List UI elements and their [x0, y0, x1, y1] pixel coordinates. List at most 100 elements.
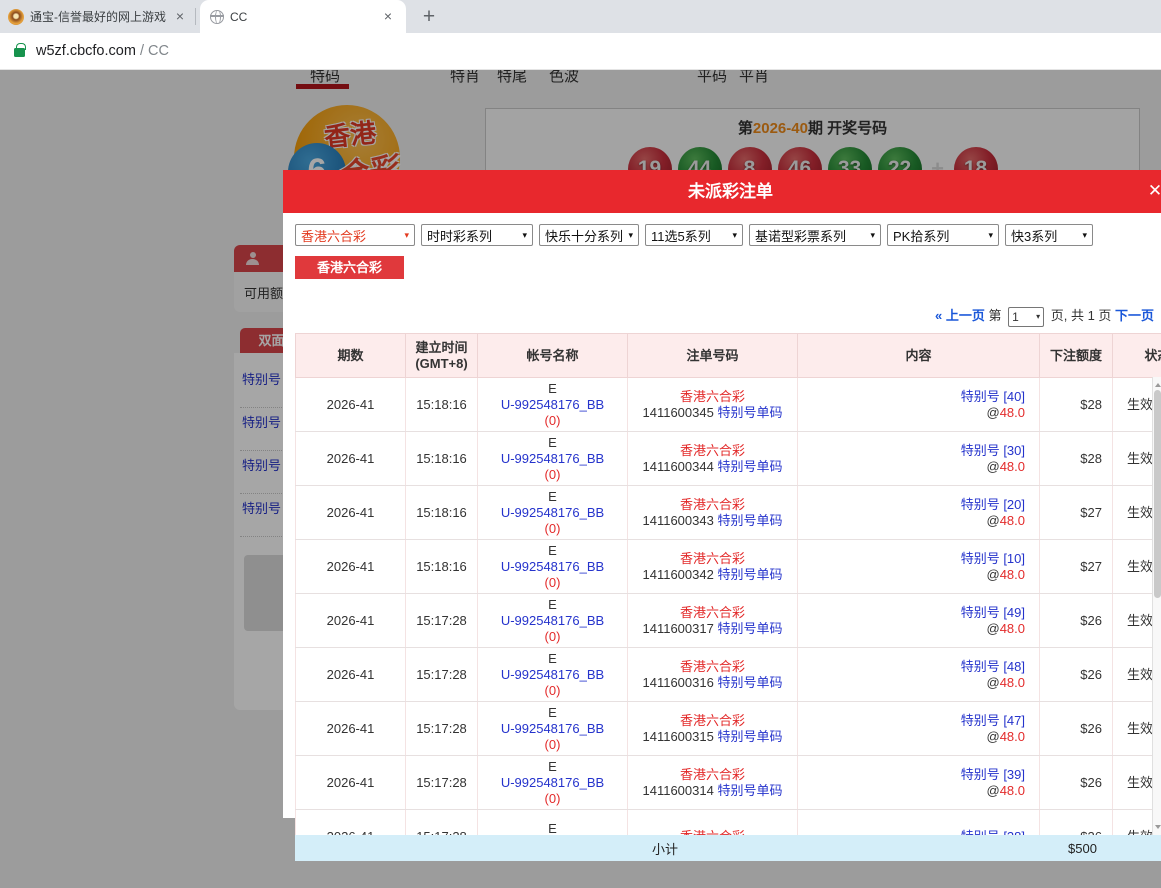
cell-content: 特别号 [38] — [798, 810, 1040, 836]
new-tab-button[interactable]: + — [416, 4, 442, 30]
cell-amount: $26 — [1040, 756, 1113, 810]
scroll-up-icon[interactable] — [1155, 380, 1161, 387]
cell-account: E U-992548176_BB (0) — [478, 648, 628, 702]
bet-type-link[interactable]: 特别号单码 — [717, 405, 782, 420]
account-line1: E — [478, 821, 627, 836]
chevron-down-icon: ▾ — [1082, 230, 1087, 241]
cell-issue: 2026-41 — [296, 756, 406, 810]
browser-tab-inactive[interactable]: 通宝-信誉最好的网上游戏平 × — [0, 0, 196, 33]
lottery-series-select[interactable]: 香港六合彩 ▾ — [295, 224, 415, 246]
lottery-series-select[interactable]: 11选5系列 ▾ — [645, 224, 743, 246]
account-link[interactable]: U-992548176_BB — [478, 559, 627, 575]
lottery-filter-row: 香港六合彩 ▾ 时时彩系列 ▾ 快乐十分系列 ▾ 11选5系列 ▾ — [295, 224, 1161, 246]
account-line1: E — [478, 597, 627, 613]
cell-account: E U-992548176_BB (0) — [478, 702, 628, 756]
bet-lottery-name: 香港六合彩 — [628, 497, 797, 513]
account-count: (0) — [478, 737, 627, 753]
cell-time: 15:18:16 — [406, 432, 478, 486]
chevron-down-icon: ▾ — [1036, 312, 1040, 321]
active-lottery-button[interactable]: 香港六合彩 — [295, 256, 404, 279]
browser-tab-active[interactable]: CC × — [200, 0, 406, 33]
lottery-series-select[interactable]: 基诺型彩票系列 ▾ — [749, 224, 881, 246]
odds-at: @ — [986, 729, 999, 744]
cell-issue: 2026-41 — [296, 378, 406, 432]
cell-bet-number: 香港六合彩 1411600317 特别号单码 — [628, 594, 798, 648]
lottery-series-select[interactable]: 时时彩系列 ▾ — [421, 224, 533, 246]
prev-page-link[interactable]: « 上一页 — [935, 308, 985, 323]
chevron-down-icon: ▾ — [732, 230, 737, 241]
table-row: 2026-41 15:17:28 E U-992548176_BB (0) 香港… — [296, 756, 1161, 810]
cell-bet-number: 香港六合彩 1411600344 特别号单码 — [628, 432, 798, 486]
cell-content: 特别号 [40] @48.0 — [798, 378, 1040, 432]
cell-time: 15:18:16 — [406, 486, 478, 540]
select-value: 快乐十分系列 — [545, 226, 623, 245]
cell-amount: $26 — [1040, 810, 1113, 836]
odds-value: 48.0 — [1000, 459, 1025, 474]
odds-at: @ — [986, 513, 999, 528]
chevron-down-icon: ▾ — [988, 230, 993, 241]
cell-account: E U-992548176_BB (0) — [478, 432, 628, 486]
account-link[interactable]: U-992548176_BB — [478, 505, 627, 521]
bet-lottery-name: 香港六合彩 — [628, 551, 797, 567]
table-scrollbar[interactable] — [1152, 377, 1161, 835]
modal-body: 香港六合彩 ▾ 时时彩系列 ▾ 快乐十分系列 ▾ 11选5系列 ▾ — [283, 213, 1161, 818]
odds-at: @ — [986, 783, 999, 798]
lottery-series-select[interactable]: 快乐十分系列 ▾ — [539, 224, 639, 246]
cell-account: E U-992548176_BB (0) — [478, 540, 628, 594]
url-host: w5zf.cbcfo.com — [36, 43, 136, 59]
lottery-series-select[interactable]: 快3系列 ▾ — [1005, 224, 1093, 246]
col-account: 帐号名称 — [478, 334, 628, 378]
bet-type-link[interactable]: 特别号单码 — [717, 513, 782, 528]
bet-number: 1411600345 — [643, 405, 714, 420]
bet-type-link[interactable]: 特别号单码 — [717, 783, 782, 798]
bet-pick: 特别号 [48] — [798, 659, 1025, 675]
cell-time: 15:17:28 — [406, 702, 478, 756]
account-line1: E — [478, 759, 627, 775]
cell-issue: 2026-41 — [296, 810, 406, 836]
page-select[interactable]: 1 ▾ — [1008, 307, 1044, 327]
odds-at: @ — [986, 675, 999, 690]
bet-type-link[interactable]: 特别号单码 — [717, 459, 782, 474]
cell-content: 特别号 [39] @48.0 — [798, 756, 1040, 810]
close-icon[interactable]: × — [172, 9, 188, 25]
cell-content: 特别号 [49] @48.0 — [798, 594, 1040, 648]
lottery-series-select[interactable]: PK拾系列 ▾ — [887, 224, 999, 246]
bet-pick: 特别号 [40] — [798, 389, 1025, 405]
table-header-row: 期数 建立时间(GMT+8) 帐号名称 注单号码 内容 下注额度 状态 — [296, 334, 1161, 378]
address-bar[interactable]: w5zf.cbcfo.com / CC — [0, 33, 1161, 70]
account-link[interactable]: U-992548176_BB — [478, 721, 627, 737]
scrollbar-thumb[interactable] — [1154, 390, 1161, 598]
table-row: 2026-41 15:17:28 E U-992548176_BB (0) 香港… — [296, 702, 1161, 756]
chevron-down-icon: ▾ — [404, 230, 409, 241]
bet-type-link[interactable]: 特别号单码 — [717, 621, 782, 636]
next-page-link[interactable]: 下一页 — [1115, 308, 1154, 323]
bet-type-link[interactable]: 特别号单码 — [717, 567, 782, 582]
cell-amount: $28 — [1040, 378, 1113, 432]
bet-type-link[interactable]: 特别号单码 — [717, 675, 782, 690]
chevron-down-icon: ▾ — [870, 230, 875, 241]
account-link[interactable]: U-992548176_BB — [478, 451, 627, 467]
cell-bet-number: 香港六合彩 1411600342 特别号单码 — [628, 540, 798, 594]
scroll-down-icon[interactable] — [1155, 825, 1161, 832]
account-count: (0) — [478, 629, 627, 645]
modal-title: 未派彩注单 — [283, 170, 1161, 213]
cell-issue: 2026-41 — [296, 432, 406, 486]
unpaid-bets-modal: 未派彩注单 ✕ 香港六合彩 ▾ 时时彩系列 ▾ 快乐十分系列 ▾ — [283, 170, 1161, 818]
cell-amount: $26 — [1040, 702, 1113, 756]
close-icon[interactable]: ✕ — [1146, 182, 1161, 200]
table-row: 2026-41 15:18:16 E U-992548176_BB (0) 香港… — [296, 486, 1161, 540]
account-link[interactable]: U-992548176_BB — [478, 667, 627, 683]
subtotal-value: $500 — [1035, 841, 1130, 856]
tab-title: CC — [230, 10, 374, 24]
account-link[interactable]: U-992548176_BB — [478, 613, 627, 629]
bet-type-link[interactable]: 特别号单码 — [717, 729, 782, 744]
odds-value: 48.0 — [1000, 783, 1025, 798]
account-count: (0) — [478, 575, 627, 591]
account-link[interactable]: U-992548176_BB — [478, 397, 627, 413]
account-link[interactable]: U-992548176_BB — [478, 775, 627, 791]
cell-amount: $28 — [1040, 432, 1113, 486]
pagination: « 上一页 第 1 ▾ 页, 共 1 页 下一页 — [935, 305, 1154, 327]
table-row: 2026-41 15:17:28 E U-992548176_BB (0) 香港… — [296, 648, 1161, 702]
bet-number: 1411600343 — [643, 513, 714, 528]
close-icon[interactable]: × — [380, 9, 396, 25]
